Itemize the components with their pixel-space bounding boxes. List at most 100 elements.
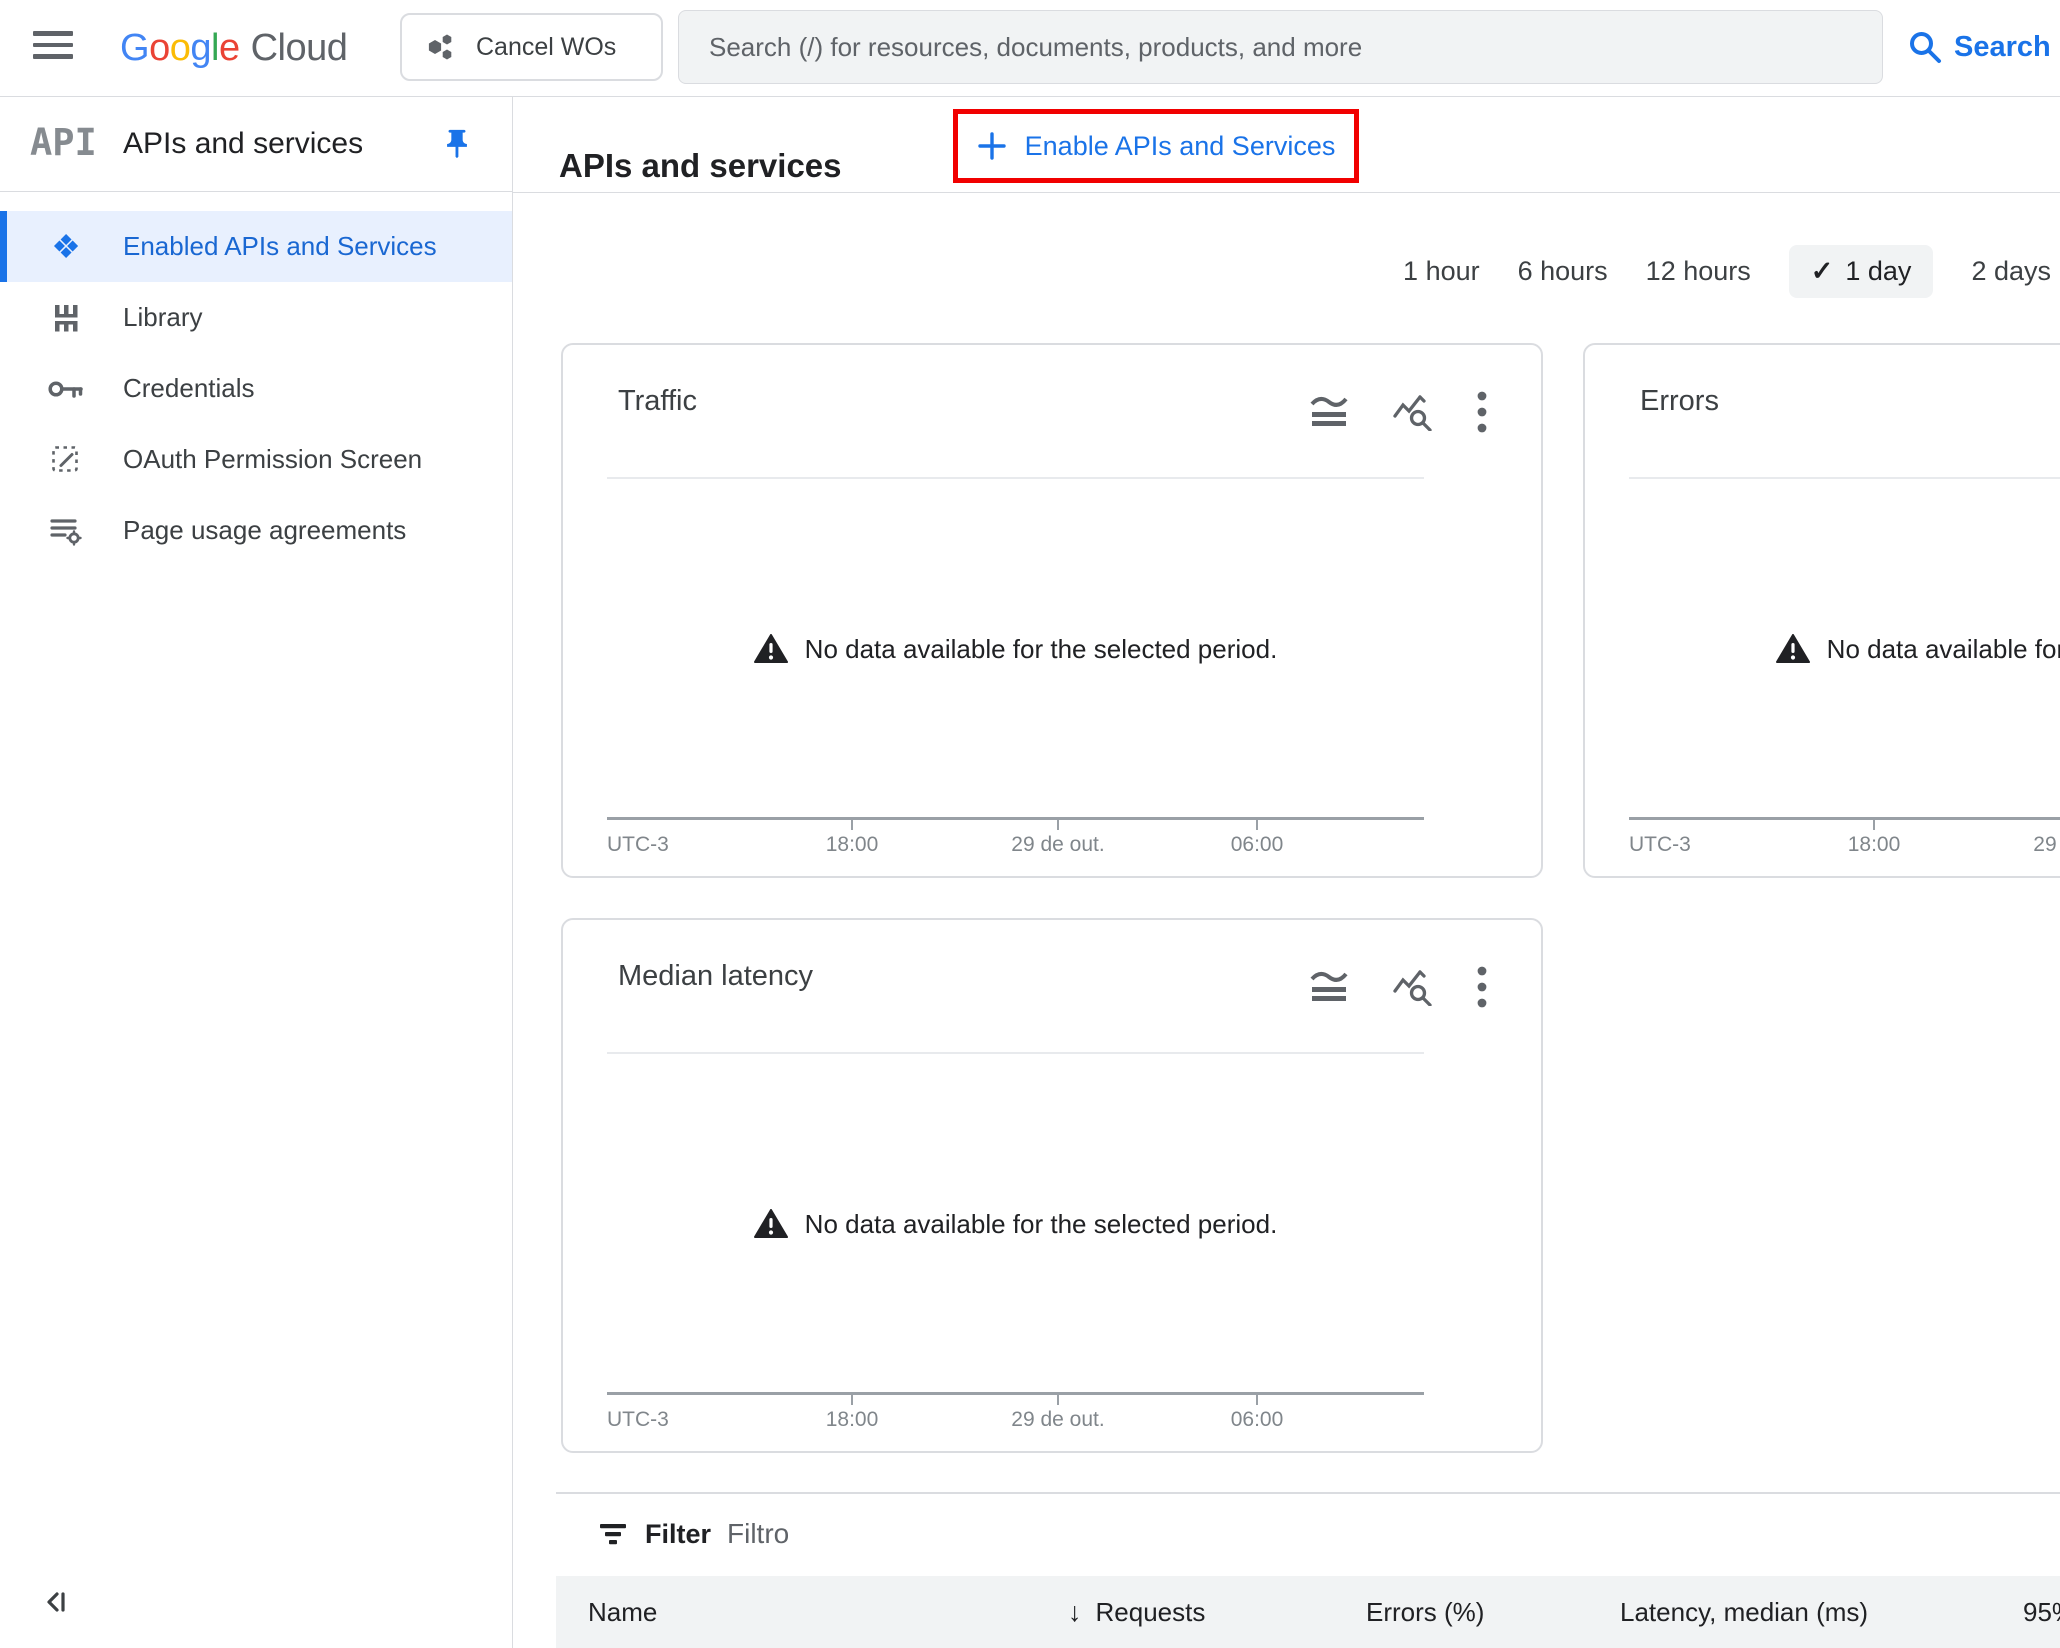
sidebar-item-oauth[interactable]: OAuth Permission Screen (0, 424, 512, 495)
sort-descending-icon: ↓ (1068, 1576, 1082, 1648)
x-axis (607, 1392, 1424, 1395)
search-button[interactable]: Search (1902, 10, 2057, 84)
x-tick-label: 29 de out. (1011, 1408, 1104, 1432)
explore-chart-icon[interactable] (1393, 393, 1433, 431)
search-input[interactable] (679, 11, 1882, 83)
filter-button[interactable]: Filter (598, 1511, 711, 1557)
oauth-consent-icon (44, 445, 88, 475)
card-title: Median latency (618, 960, 813, 993)
filter-input[interactable]: Filtro (727, 1511, 789, 1557)
global-search-box (678, 10, 1883, 84)
x-tick-label: 29 de out. (2033, 833, 2060, 857)
enable-apis-button-label: Enable APIs and Services (1025, 131, 1336, 162)
collapse-sidebar-icon[interactable] (42, 1582, 82, 1622)
timezone-label: UTC-3 (1629, 833, 1691, 857)
x-tick-label: 06:00 (1231, 1408, 1284, 1432)
card-title: Errors (1640, 385, 1719, 418)
time-option-6-hours[interactable]: 6 hours (1518, 256, 1608, 287)
sidebar-item-enabled-apis[interactable]: ❖ Enabled APIs and Services (0, 211, 512, 282)
logo-letter: e (219, 27, 240, 70)
timezone-label: UTC-3 (607, 1408, 669, 1432)
card-divider (1629, 477, 2060, 479)
google-cloud-console: G o o g l e Cloud Cancel WOs (0, 0, 2060, 1648)
filter-button-label: Filter (645, 1519, 711, 1550)
api-table-header: Name ↓ Requests Errors (%) Latency, medi… (556, 1576, 2060, 1648)
explore-chart-icon[interactable] (1393, 968, 1433, 1006)
median-latency-card: Median latency (561, 918, 1543, 1453)
sidebar-header: API APIs and services (0, 96, 512, 192)
x-axis (607, 817, 1424, 820)
warning-icon (1776, 634, 1810, 664)
x-tick-label: 18:00 (1848, 833, 1901, 857)
time-option-1-hour[interactable]: 1 hour (1403, 256, 1480, 287)
time-option-12-hours[interactable]: 12 hours (1646, 256, 1751, 287)
logo-letter: l (211, 27, 219, 70)
card-divider (607, 477, 1424, 479)
x-tick-label: 18:00 (826, 833, 879, 857)
sidebar-item-label: OAuth Permission Screen (123, 444, 422, 475)
sidebar: API APIs and services ❖ Enabled APIs and… (0, 96, 513, 1648)
traffic-card: Traffic (561, 343, 1543, 878)
sidebar-item-label: Credentials (123, 373, 255, 404)
search-button-label: Search (1954, 31, 2051, 64)
red-highlight-box: Enable APIs and Services (953, 109, 1359, 183)
check-icon: ✓ (1811, 256, 1834, 287)
logo-letter: g (190, 27, 211, 70)
x-tick-label: 06:00 (1231, 833, 1284, 857)
stacked-area-chart-icon[interactable] (1309, 395, 1349, 429)
sidebar-item-label: Enabled APIs and Services (123, 231, 437, 262)
filter-icon (598, 1522, 628, 1546)
time-range-selector: 1 hour 6 hours 12 hours ✓ 1 day 2 days (1403, 238, 2051, 304)
logo-cloud-text: Cloud (251, 27, 348, 70)
page-title: APIs and services (559, 118, 842, 214)
stacked-area-chart-icon[interactable] (1309, 970, 1349, 1004)
google-cloud-logo: G o o g l e Cloud (120, 0, 347, 96)
no-data-message: No data available for the selected perio… (607, 1204, 1424, 1244)
card-title: Traffic (618, 385, 697, 418)
sidebar-item-page-usage-agreements[interactable]: Page usage agreements (0, 495, 512, 566)
column-header-requests[interactable]: ↓ Requests (1068, 1576, 1205, 1648)
enable-apis-button[interactable]: Enable APIs and Services (971, 130, 1342, 163)
warning-icon (754, 634, 788, 664)
sidebar-item-label: Library (123, 302, 202, 333)
x-axis (1629, 817, 2060, 820)
card-divider (607, 1052, 1424, 1054)
warning-icon (754, 1209, 788, 1239)
sidebar-nav: ❖ Enabled APIs and Services Library (0, 211, 512, 566)
column-header-name[interactable]: Name (588, 1576, 657, 1648)
api-product-logo: API (30, 121, 97, 164)
project-name: Cancel WOs (476, 33, 616, 62)
column-header-latency-95[interactable]: 95% (2023, 1576, 2060, 1648)
more-options-icon[interactable] (1477, 391, 1487, 433)
pin-icon[interactable] (440, 123, 482, 165)
hamburger-menu-icon[interactable] (30, 31, 76, 65)
agreements-icon (44, 516, 88, 546)
sidebar-item-library[interactable]: Library (0, 282, 512, 353)
key-icon (44, 377, 88, 401)
more-options-icon[interactable] (1477, 966, 1487, 1008)
time-option-2-days[interactable]: 2 days (1971, 256, 2051, 287)
no-data-message: No data available for the selected perio… (1629, 629, 2060, 669)
logo-letter: G (120, 27, 149, 70)
column-header-errors[interactable]: Errors (%) (1366, 1576, 1484, 1648)
timezone-label: UTC-3 (607, 833, 669, 857)
logo-letter: o (149, 27, 170, 70)
errors-card: Errors No data available for the selecte… (1583, 343, 2060, 878)
library-icon (44, 302, 88, 334)
enabled-apis-icon: ❖ (44, 230, 88, 263)
logo-letter: o (170, 27, 191, 70)
sidebar-item-credentials[interactable]: Credentials (0, 353, 512, 424)
plus-icon (977, 131, 1007, 161)
time-option-1-day-selected[interactable]: ✓ 1 day (1789, 245, 1934, 298)
no-data-message: No data available for the selected perio… (607, 629, 1424, 669)
x-tick-label: 18:00 (826, 1408, 879, 1432)
sidebar-product-title: APIs and services (123, 96, 363, 192)
search-icon (1908, 30, 1942, 64)
project-selector-button[interactable]: Cancel WOs (400, 13, 663, 81)
section-divider (556, 1492, 2060, 1494)
project-hexagons-icon (426, 32, 456, 62)
x-tick-label: 29 de out. (1011, 833, 1104, 857)
top-bar: G o o g l e Cloud Cancel WOs (0, 0, 2060, 97)
column-header-latency-median[interactable]: Latency, median (ms) (1620, 1576, 1868, 1648)
sidebar-item-label: Page usage agreements (123, 515, 406, 546)
